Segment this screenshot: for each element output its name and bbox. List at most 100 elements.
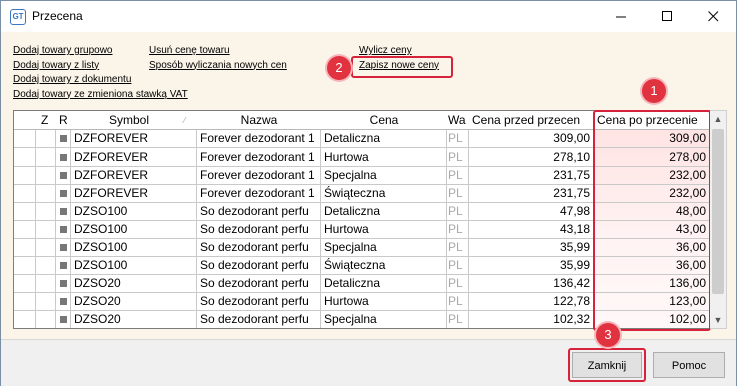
- cell-cena-przed: 35,99: [559, 258, 590, 272]
- header-symbol[interactable]: Symbol: [74, 111, 184, 129]
- row-marker-icon: [60, 298, 67, 305]
- row-marker-icon: [60, 316, 67, 323]
- close-icon: [707, 11, 718, 22]
- cell-symbol: DZSO20: [74, 294, 121, 308]
- cell-nazwa: Forever dezodorant 1: [200, 186, 315, 200]
- cell-symbol: DZSO20: [74, 312, 121, 326]
- row-marker-icon: [60, 154, 67, 161]
- cell-cena: Świąteczna: [324, 186, 386, 200]
- cell-cena: Detaliczna: [324, 276, 381, 290]
- step-badge-2: 2: [327, 56, 351, 80]
- scroll-thumb[interactable]: [712, 129, 724, 294]
- cell-cena-przed: 35,99: [559, 240, 590, 254]
- cell-cena: Hurtowa: [324, 150, 369, 164]
- header-r[interactable]: R: [59, 111, 69, 129]
- cell-cena: Hurtowa: [324, 294, 369, 308]
- cell-cena-przed: 231,75: [553, 186, 590, 200]
- link-add-changed-vat[interactable]: Dodaj towary ze zmieniona stawką VAT: [13, 88, 188, 103]
- cell-waluta: PL: [448, 276, 463, 290]
- cell-cena: Specjalna: [324, 240, 377, 254]
- cell-symbol: DZFOREVER: [74, 186, 149, 200]
- step-badge-3: 3: [596, 323, 620, 347]
- cell-waluta: PL: [448, 294, 463, 308]
- cell-cena-przed: 309,00: [553, 131, 590, 145]
- przecena-window: GT Przecena Dodaj towary grupowo Dodaj t…: [0, 0, 737, 386]
- cell-cena: Specjalna: [324, 168, 377, 182]
- cell-waluta: PL: [448, 222, 463, 236]
- cell-cena-przed: 231,75: [553, 168, 590, 182]
- link-group-edit: Usuń cenę towaru Sposób wyliczania nowyc…: [149, 44, 287, 73]
- cell-cena: Specjalna: [324, 312, 377, 326]
- window-title: Przecena: [32, 9, 83, 23]
- highlight-close-button: [568, 348, 646, 382]
- cell-symbol: DZFOREVER: [74, 168, 149, 182]
- scroll-down-icon[interactable]: ▼: [710, 312, 726, 328]
- cell-nazwa: Forever dezodorant 1: [200, 168, 315, 182]
- cell-waluta: PL: [448, 186, 463, 200]
- minimize-icon: [615, 16, 626, 18]
- cell-cena-przed: 102,32: [553, 312, 590, 326]
- title-bar: GT Przecena: [1, 1, 736, 32]
- row-marker-icon: [60, 190, 67, 197]
- highlight-save-link: [351, 56, 453, 78]
- row-marker-icon: [60, 244, 67, 251]
- cell-waluta: PL: [448, 168, 463, 182]
- button-bar: Zamknij Pomoc 3: [1, 323, 736, 386]
- row-marker-icon: [60, 262, 67, 269]
- cell-cena-przed: 136,42: [553, 276, 590, 290]
- cell-nazwa: So dezodorant perfu: [200, 276, 309, 290]
- header-cena[interactable]: Cena: [324, 111, 444, 129]
- link-add-from-document[interactable]: Dodaj towary z dokumentu: [13, 73, 188, 88]
- cell-symbol: DZSO100: [74, 204, 128, 218]
- cell-cena-przed: 278,10: [553, 150, 590, 164]
- cell-symbol: DZSO20: [74, 276, 121, 290]
- close-window-button[interactable]: [690, 1, 736, 32]
- row-marker-icon: [60, 280, 67, 287]
- cell-symbol: DZFOREVER: [74, 150, 149, 164]
- cell-cena-przed: 122,78: [553, 294, 590, 308]
- row-marker-icon: [60, 208, 67, 215]
- row-marker-icon: [60, 172, 67, 179]
- scroll-up-icon[interactable]: ▲: [710, 111, 726, 127]
- cell-cena-przed: 43,18: [559, 222, 590, 236]
- cell-symbol: DZSO100: [74, 222, 128, 236]
- cell-symbol: DZFOREVER: [74, 131, 149, 145]
- link-price-method[interactable]: Sposób wyliczania nowych cen: [149, 59, 287, 74]
- cell-nazwa: So dezodorant perfu: [200, 258, 309, 272]
- cell-cena: Hurtowa: [324, 222, 369, 236]
- cell-nazwa: Forever dezodorant 1: [200, 131, 315, 145]
- gt-app-icon: GT: [10, 9, 26, 25]
- row-marker-icon: [60, 135, 67, 142]
- cell-symbol: DZSO100: [74, 258, 128, 272]
- cell-nazwa: So dezodorant perfu: [200, 240, 309, 254]
- cell-waluta: PL: [448, 258, 463, 272]
- cell-cena-przed: 47,98: [559, 204, 590, 218]
- cell-nazwa: So dezodorant perfu: [200, 312, 309, 326]
- header-nazwa[interactable]: Nazwa: [200, 111, 318, 129]
- maximize-button[interactable]: [644, 1, 690, 32]
- cell-nazwa: So dezodorant perfu: [200, 222, 309, 236]
- cell-nazwa: So dezodorant perfu: [200, 204, 309, 218]
- cell-cena: Detaliczna: [324, 131, 381, 145]
- cell-cena: Detaliczna: [324, 204, 381, 218]
- step-badge-1: 1: [642, 79, 666, 103]
- row-marker-icon: [60, 226, 67, 233]
- header-z[interactable]: Z: [41, 111, 53, 129]
- cell-waluta: PL: [448, 204, 463, 218]
- help-button[interactable]: Pomoc: [653, 352, 725, 378]
- link-remove-price[interactable]: Usuń cenę towaru: [149, 44, 287, 59]
- minimize-button[interactable]: [598, 1, 644, 32]
- sort-icon: ⁄: [184, 116, 186, 125]
- cell-symbol: DZSO100: [74, 240, 128, 254]
- cell-waluta: PL: [448, 150, 463, 164]
- maximize-icon: [661, 11, 672, 21]
- highlight-new-price-column: [593, 110, 711, 331]
- cell-nazwa: Forever dezodorant 1: [200, 150, 315, 164]
- cell-nazwa: So dezodorant perfu: [200, 294, 309, 308]
- cell-waluta: PL: [448, 312, 463, 326]
- cell-cena: Świąteczna: [324, 258, 386, 272]
- grid-scrollbar[interactable]: ▲ ▼: [710, 110, 727, 329]
- cell-waluta: PL: [448, 131, 463, 145]
- header-waluta[interactable]: Wa: [448, 111, 468, 129]
- header-cena-przed[interactable]: Cena przed przecen: [472, 111, 593, 129]
